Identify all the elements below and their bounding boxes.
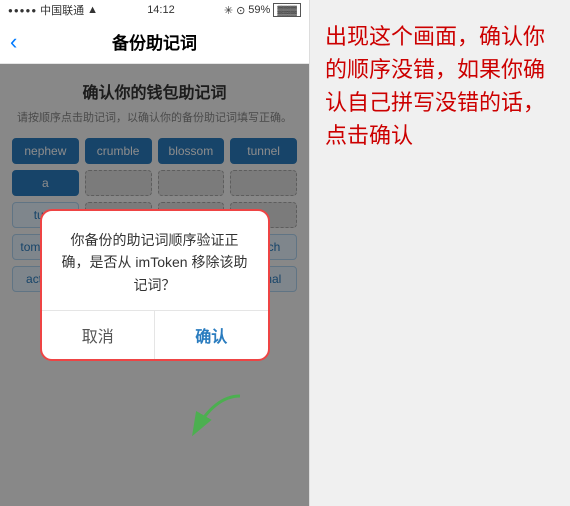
wifi-icon: ▲ [87,4,98,16]
annotation-panel: 出现这个画面，确认你的顺序没错，如果你确认自己拼写没错的话，点击确认 [310,0,570,506]
nav-bar: ‹ 备份助记词 [0,20,309,64]
time: 14:12 [147,4,175,16]
modal-buttons: 取消 确认 [42,310,268,359]
modal-cancel-button[interactable]: 取消 [42,311,156,359]
main-content: 确认你的钱包助记词 请按顺序点击助记词，以确认你的备份助记词填写正确。 neph… [0,64,309,506]
phone-frame: ●●●●● 中国联通 ▲ 14:12 ✳ ⊙ 59% ▓▓▓ ‹ 备份助记词 确… [0,0,310,506]
modal-body: 你备份的助记词顺序验证正确，是否从 imToken 移除该助记词？ [42,211,268,310]
modal-text: 你备份的助记词顺序验证正确，是否从 imToken 移除该助记词？ [58,229,252,296]
bluetooth-icon: ✳ [224,4,233,17]
modal-overlay: 你备份的助记词顺序验证正确，是否从 imToken 移除该助记词？ 取消 确认 [0,64,309,506]
carrier: 中国联通 [40,2,84,18]
modal-confirm-button[interactable]: 确认 [155,311,268,359]
signal-dots: ●●●●● [8,6,37,15]
battery-icon: ⊙ [236,4,245,17]
status-left: ●●●●● 中国联通 ▲ [8,2,98,18]
annotation-text: 出现这个画面，确认你的顺序没错，如果你确认自己拼写没错的话，点击确认 [325,20,555,152]
green-arrow [185,391,245,441]
battery-level: 59% [248,4,270,16]
status-right: ✳ ⊙ 59% ▓▓▓ [224,3,301,17]
nav-title: 备份助记词 [112,29,197,54]
modal-box: 你备份的助记词顺序验证正确，是否从 imToken 移除该助记词？ 取消 确认 [40,209,270,361]
status-bar: ●●●●● 中国联通 ▲ 14:12 ✳ ⊙ 59% ▓▓▓ [0,0,309,20]
back-button[interactable]: ‹ [10,29,17,55]
battery-bar: ▓▓▓ [273,3,301,17]
